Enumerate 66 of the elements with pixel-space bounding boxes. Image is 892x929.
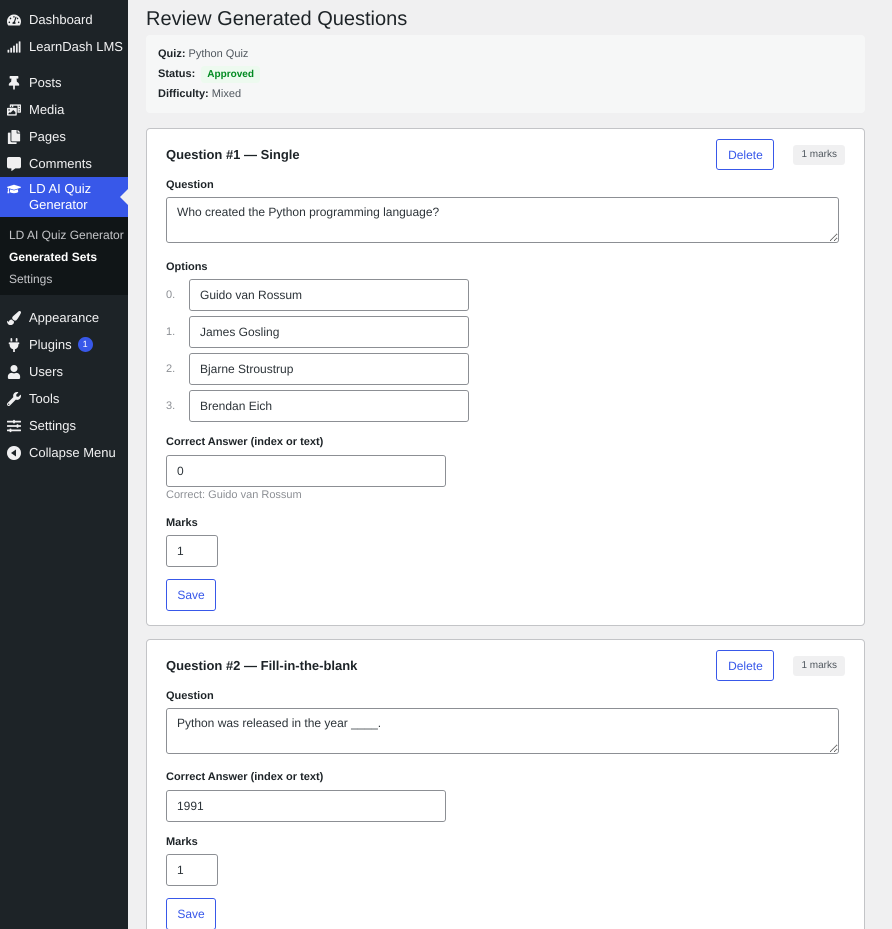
menu-item[interactable]: LearnDash LMS (0, 33, 123, 60)
menu-item[interactable]: Settings (0, 412, 76, 439)
option-index: 0. (166, 288, 176, 303)
menu-item[interactable]: Appearance (0, 304, 100, 331)
collapse-menu-button[interactable]: Collapse Menu (0, 439, 128, 466)
menu-item[interactable]: Plugins (0, 331, 72, 358)
field-label: Correct Answer (index or text) (166, 770, 324, 785)
speech-bubble-icon (7, 156, 21, 170)
submenu-item[interactable]: Settings (0, 268, 128, 290)
field-label: Quiz: (158, 46, 186, 62)
field-label: Correct Answer (index or text) (166, 435, 324, 450)
question-textarea[interactable]: Python was released in the year ____. (166, 708, 839, 754)
field-label: Status: (158, 66, 196, 82)
option-input[interactable]: Guido van Rossum (189, 279, 469, 311)
paintbrush-icon (7, 310, 21, 324)
option-input[interactable]: Brendan Eich (189, 390, 469, 422)
wrench-icon (7, 392, 21, 406)
pushpin-icon (7, 76, 21, 90)
page-title: Review Generated Questions (146, 7, 408, 32)
field-value: Python Quiz (188, 46, 248, 62)
photo-icon (7, 102, 21, 116)
gauge-icon (7, 12, 21, 26)
field-label: Marks (166, 516, 199, 531)
menu-item[interactable]: LD AI Quiz Generator (0, 177, 128, 217)
menu-item[interactable]: Dashboard (0, 6, 93, 33)
delete-button[interactable]: Delete (716, 650, 774, 681)
menu-item[interactable]: Media (0, 96, 64, 123)
menu-item[interactable]: Posts (0, 69, 62, 96)
field-label: Question (166, 689, 215, 704)
option-index: 2. (166, 362, 176, 377)
menu-item[interactable]: Comments (0, 150, 92, 177)
field-label: Question (166, 178, 215, 193)
save-button[interactable]: Save (166, 898, 216, 929)
menu-item[interactable]: Tools (0, 385, 60, 412)
field-label: Options (166, 260, 209, 275)
option-input[interactable]: James Gosling (189, 316, 469, 348)
marks-input[interactable]: 1 (166, 535, 218, 567)
save-button[interactable]: Save (166, 579, 216, 611)
question-textarea[interactable]: Who created the Python programming language? (166, 197, 839, 243)
marks-badge: 1 marks (793, 144, 845, 164)
plug-icon (7, 338, 21, 352)
menu-item[interactable]: Users (0, 358, 63, 385)
answer-input[interactable]: 1991 (166, 790, 446, 822)
field-label: Difficulty: (158, 86, 209, 102)
option-index: 3. (166, 398, 176, 414)
marks-input[interactable]: 1 (166, 854, 218, 886)
documents-icon (7, 130, 21, 144)
user-icon (7, 364, 21, 378)
marks-badge: 1 marks (793, 656, 845, 676)
option-input[interactable]: Bjarne Stroustrup (189, 353, 469, 385)
bar-chart-icon (7, 40, 21, 54)
answer-input[interactable]: 0 (166, 455, 446, 487)
submenu-item[interactable]: LD AI Quiz Generator (0, 224, 128, 246)
submenu-item[interactable]: Generated Sets (0, 246, 128, 268)
menu-item[interactable]: Pages (0, 123, 66, 150)
update-count-badge: 1 (78, 337, 93, 352)
delete-button[interactable]: Delete (716, 139, 774, 170)
answer-hint: Correct: Guido van Rossum (166, 488, 303, 503)
field-label: Marks (166, 835, 199, 850)
field-value: Mixed (212, 86, 242, 102)
graduation-cap-icon (7, 182, 21, 196)
question-heading: Question #2 — Fill-in-the-blank (166, 656, 358, 675)
status-badge: Approved (201, 66, 260, 82)
sliders-icon (7, 418, 21, 432)
option-index: 1. (166, 324, 176, 340)
question-heading: Question #1 — Single (166, 146, 301, 164)
